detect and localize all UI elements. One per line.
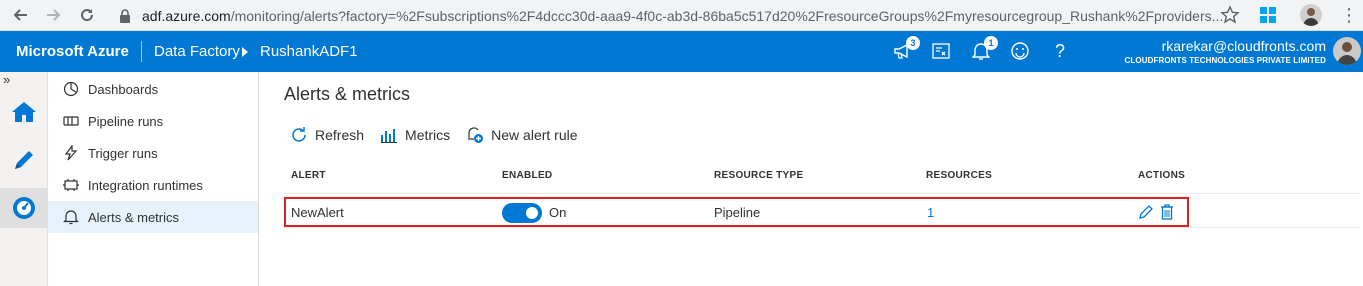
alert-name: NewAlert <box>291 205 344 220</box>
azure-header: Microsoft Azure Data Factory RushankADF1… <box>0 31 1363 72</box>
back-arrow-icon <box>13 9 27 21</box>
windows-extension-icon[interactable] <box>1260 7 1276 23</box>
pencil-icon <box>15 151 33 169</box>
table-header-row: ALERT ENABLED RESOURCE TYPE RESOURCES AC… <box>284 160 1359 194</box>
new-alert-rule-button[interactable]: New alert rule <box>466 126 578 144</box>
integration-runtime-icon <box>63 177 79 193</box>
alerts-table: ALERT ENABLED RESOURCE TYPE RESOURCES AC… <box>284 160 1359 228</box>
feedback-badge: 3 <box>906 36 920 50</box>
breadcrumb-factory[interactable]: RushankADF1 <box>260 43 358 60</box>
delete-alert-button[interactable] <box>1158 203 1176 221</box>
pencil-icon <box>1139 205 1153 219</box>
rail-home[interactable] <box>0 92 48 132</box>
column-header-alert[interactable]: ALERT <box>291 170 326 181</box>
reload-button[interactable] <box>74 2 100 28</box>
subnav-item-label: Dashboards <box>88 81 159 97</box>
metrics-chart-icon <box>380 126 398 144</box>
browser-profile-avatar[interactable] <box>1300 4 1322 26</box>
user-avatar[interactable] <box>1333 37 1361 65</box>
refresh-icon <box>290 126 308 144</box>
user-organization: CLOUDFRONTS TECHNOLOGIES PRIVATE LIMITED <box>1124 56 1326 65</box>
monitor-subnav: Dashboards Pipeline runs Trigger runs In… <box>48 72 259 286</box>
expand-rail-icon[interactable]: » <box>3 72 10 87</box>
home-icon <box>12 102 36 122</box>
notifications-badge: 1 <box>984 36 998 50</box>
dashboard-icon <box>63 81 79 97</box>
subnav-item-pipeline-runs[interactable]: Pipeline runs <box>48 105 258 137</box>
help-button[interactable]: ? <box>1049 40 1071 62</box>
address-bar[interactable]: adf.azure.com/monitoring/alerts?factory=… <box>110 3 1240 28</box>
help-icon: ? <box>1054 40 1065 61</box>
add-alert-icon <box>466 126 484 144</box>
notifications-button[interactable]: 1 <box>970 36 998 62</box>
person-icon <box>1337 42 1357 65</box>
person-icon <box>1303 8 1319 26</box>
feedback-button[interactable]: 3 <box>892 36 920 62</box>
left-rail: » <box>0 72 48 286</box>
refresh-label: Refresh <box>315 127 365 143</box>
header-divider <box>141 41 142 62</box>
edit-alert-button[interactable] <box>1137 203 1155 221</box>
column-header-enabled[interactable]: ENABLED <box>502 170 552 181</box>
monitor-gauge-icon <box>13 197 35 219</box>
resources-count-link[interactable]: 1 <box>927 205 934 220</box>
directory-switch-icon <box>932 43 950 59</box>
trigger-icon <box>63 145 79 161</box>
resource-type: Pipeline <box>714 205 761 220</box>
refresh-button[interactable]: Refresh <box>290 126 364 144</box>
subnav-item-label: Trigger runs <box>88 145 158 161</box>
browser-toolbar: adf.azure.com/monitoring/alerts?factory=… <box>0 0 1363 31</box>
url-host: adf.azure.com <box>142 7 231 24</box>
subnav-item-trigger-runs[interactable]: Trigger runs <box>48 137 258 169</box>
breadcrumb-chevron-icon <box>242 47 248 57</box>
url-path: /monitoring/alerts?factory=%2Fsubscripti… <box>230 7 1224 24</box>
metrics-button[interactable]: Metrics <box>380 126 450 144</box>
bookmark-star-icon[interactable] <box>1220 5 1240 25</box>
column-header-resource-type[interactable]: RESOURCE TYPE <box>714 170 803 181</box>
smiley-icon <box>1011 42 1029 60</box>
column-header-resources[interactable]: RESOURCES <box>926 170 992 181</box>
rail-monitor[interactable] <box>0 188 48 228</box>
subnav-item-label: Alerts & metrics <box>88 209 180 225</box>
user-email[interactable]: rkarekar@cloudfronts.com <box>1162 38 1326 54</box>
forward-arrow-icon <box>47 9 61 21</box>
enabled-toggle[interactable] <box>502 203 542 223</box>
toggle-knob <box>526 207 538 219</box>
column-header-actions: ACTIONS <box>1138 170 1186 181</box>
browser-menu-icon[interactable]: ⋮ <box>1340 6 1358 24</box>
trash-icon <box>1161 204 1173 220</box>
subnav-item-label: Pipeline runs <box>88 113 164 129</box>
rail-author[interactable] <box>0 140 48 180</box>
bell-icon <box>63 209 79 225</box>
switch-directory-button[interactable] <box>930 40 952 62</box>
subnav-item-dashboards[interactable]: Dashboards <box>48 73 258 105</box>
lock-icon <box>120 8 130 23</box>
forward-button[interactable] <box>40 2 66 28</box>
subnav-item-alerts-metrics[interactable]: Alerts & metrics <box>48 201 258 233</box>
pipeline-icon <box>63 113 79 129</box>
table-row[interactable]: NewAlert On Pipeline 1 <box>284 197 1359 228</box>
smiley-feedback-button[interactable] <box>1009 40 1031 62</box>
brand-title[interactable]: Microsoft Azure <box>16 43 129 60</box>
main-content: Alerts & metrics Refresh Metrics New ale… <box>260 72 1363 286</box>
enabled-label: On <box>549 205 567 220</box>
subnav-item-integration-runtimes[interactable]: Integration runtimes <box>48 169 258 201</box>
reload-icon <box>81 9 94 22</box>
back-button[interactable] <box>8 2 34 28</box>
breadcrumb-service[interactable]: Data Factory <box>154 43 240 60</box>
metrics-label: Metrics <box>405 127 451 143</box>
subnav-item-label: Integration runtimes <box>88 177 203 193</box>
toolbar: Refresh Metrics New alert rule <box>290 125 594 145</box>
page-title: Alerts & metrics <box>284 84 411 104</box>
new-alert-rule-label: New alert rule <box>491 127 578 143</box>
